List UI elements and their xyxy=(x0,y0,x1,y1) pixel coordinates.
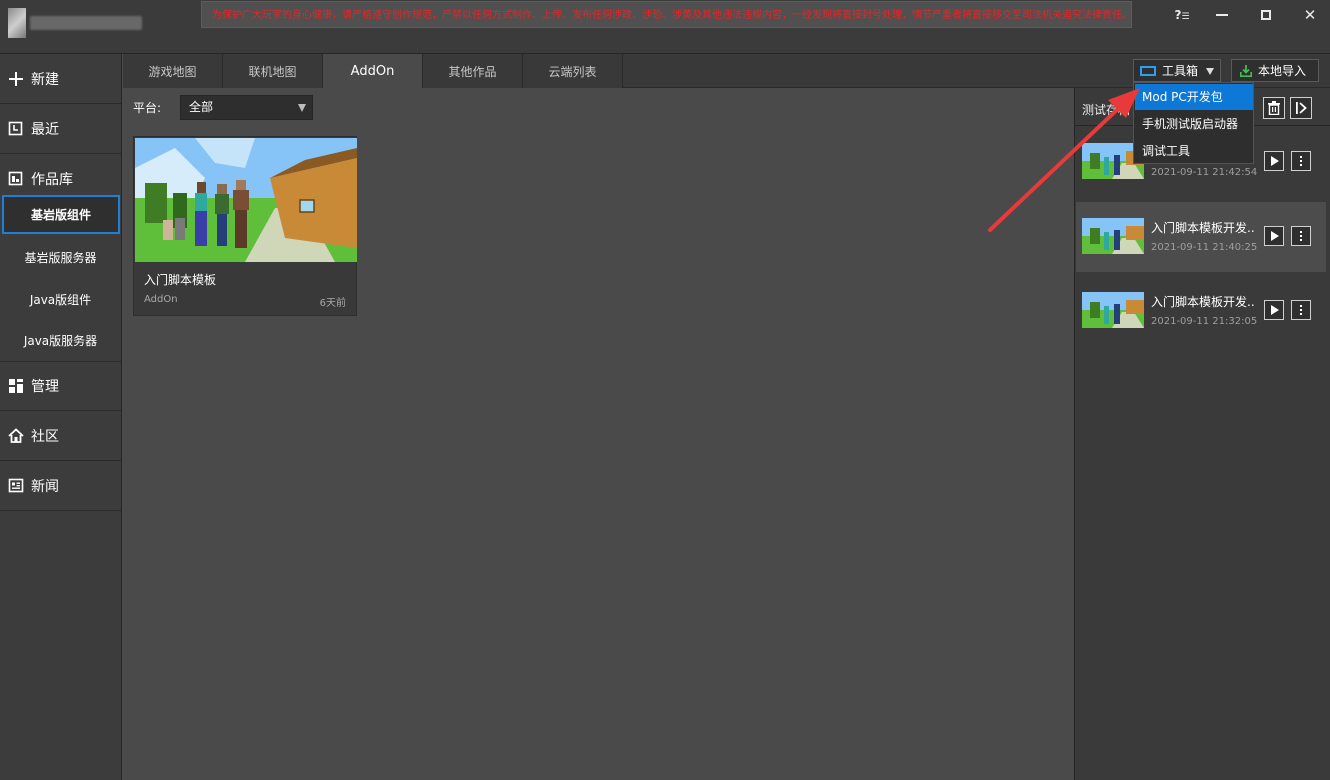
test-archive-time: 2021-09-11 21:32:05 xyxy=(1151,316,1258,327)
close-button[interactable]: ✕ xyxy=(1288,2,1330,28)
tabs: 游戏地图 联机地图 AddOn 其他作品 云端列表 xyxy=(123,54,623,88)
test-archive-item[interactable]: 入门脚本模板开发.. 2021-09-11 21:32:05 xyxy=(1076,276,1326,346)
test-archive-name: 入门脚本模板开发.. xyxy=(1151,295,1255,309)
sidebar-item-label: 新闻 xyxy=(31,478,59,495)
caret-down-icon xyxy=(298,104,306,112)
local-import-button[interactable]: 本地导入 xyxy=(1231,59,1319,82)
minimize-button[interactable] xyxy=(1200,2,1244,28)
platform-label: 平台: xyxy=(133,101,162,115)
test-archive-name: 入门脚本模板开发.. xyxy=(1151,221,1255,235)
trash-icon xyxy=(1268,101,1280,115)
test-archive-item[interactable]: 入门脚本模板开发.. 2021-09-11 21:40:25 xyxy=(1076,202,1326,272)
delete-button[interactable] xyxy=(1263,97,1285,119)
test-archive-thumbnail xyxy=(1082,292,1144,328)
menu-item-mobile-test-launcher[interactable]: 手机测试版启动器 xyxy=(1135,111,1253,137)
manage-icon xyxy=(8,378,24,394)
import-label: 本地导入 xyxy=(1258,64,1307,78)
plus-icon xyxy=(8,71,24,87)
sidebar-sub-bedrock-addon[interactable]: 基岩版组件 xyxy=(2,195,120,234)
close-icon: ✕ xyxy=(1303,6,1317,24)
sidebar-item-label: 最近 xyxy=(31,121,59,138)
sidebar-item-label: 作品库 xyxy=(31,172,73,188)
app-logo xyxy=(8,8,26,38)
toolbox-label: 工具箱 xyxy=(1162,64,1199,78)
app-title-blurred xyxy=(30,16,142,30)
toolbox-dropdown-menu: Mod PC开发包 手机测试版启动器 调试工具 xyxy=(1133,82,1254,164)
more-button[interactable] xyxy=(1291,226,1311,246)
play-icon xyxy=(1271,305,1279,315)
maximize-button[interactable] xyxy=(1244,2,1288,28)
test-archive-title: 测试存档 xyxy=(1082,103,1131,117)
clock-icon xyxy=(8,121,24,137)
sidebar-item-news[interactable]: 新闻 xyxy=(0,461,121,511)
menu-item-mod-pc-sdk[interactable]: Mod PC开发包 xyxy=(1135,84,1253,110)
sidebar-item-label: 管理 xyxy=(31,378,59,395)
card-title: 入门脚本模板 xyxy=(144,273,217,287)
platform-select[interactable]: 全部 xyxy=(180,95,313,120)
more-icon xyxy=(1300,235,1302,237)
more-icon xyxy=(1300,160,1302,162)
tab-multiplayer-map[interactable]: 联机地图 xyxy=(223,54,323,88)
more-button[interactable] xyxy=(1291,151,1311,171)
maximize-icon xyxy=(1261,10,1271,20)
sidebar-sub-bedrock-server[interactable]: 基岩版服务器 xyxy=(0,236,121,278)
collapse-right-icon xyxy=(1296,102,1307,114)
sidebar-sub-java-server[interactable]: Java版服务器 xyxy=(0,320,121,362)
help-button[interactable]: ?☰ xyxy=(1160,2,1204,28)
card-time: 6天前 xyxy=(319,298,346,309)
library-icon xyxy=(8,171,24,187)
title-bar: 为保护广大玩家的身心健康，请严格遵守创作规范，严禁以任何方式制作、上传、发布任何… xyxy=(0,0,1330,54)
play-icon xyxy=(1271,156,1279,166)
test-archive-thumbnail xyxy=(1082,218,1144,254)
collapse-panel-button[interactable] xyxy=(1290,97,1312,119)
help-icon: ?☰ xyxy=(1174,8,1190,22)
tab-addon[interactable]: AddOn xyxy=(323,54,423,88)
sidebar-sub-java-addon[interactable]: Java版组件 xyxy=(0,278,121,320)
caret-down-icon xyxy=(1206,68,1214,75)
sidebar-item-new[interactable]: 新建 xyxy=(0,54,121,104)
minimize-icon xyxy=(1216,14,1228,16)
work-card[interactable]: 入门脚本模板 AddOn 6天前 xyxy=(133,136,357,316)
tab-game-map[interactable]: 游戏地图 xyxy=(123,54,223,88)
play-button[interactable] xyxy=(1264,151,1284,171)
play-button[interactable] xyxy=(1264,226,1284,246)
card-thumbnail xyxy=(135,138,357,262)
tab-other-works[interactable]: 其他作品 xyxy=(423,54,523,88)
home-icon xyxy=(8,427,24,444)
test-archive-time: 2021-09-11 21:42:54 xyxy=(1151,167,1258,178)
sidebar: 新建 最近 作品库 基岩版组件 基岩版服务器 Java版组件 Java版服务器 … xyxy=(0,54,122,780)
toolbox-icon xyxy=(1140,65,1156,76)
import-icon xyxy=(1240,64,1252,77)
sidebar-item-recent[interactable]: 最近 xyxy=(0,104,121,154)
tab-cloud-list[interactable]: 云端列表 xyxy=(523,54,623,88)
sidebar-item-label: 社区 xyxy=(31,428,59,445)
card-type: AddOn xyxy=(144,294,178,305)
sidebar-item-label: 新建 xyxy=(31,71,59,88)
test-archive-time: 2021-09-11 21:40:25 xyxy=(1151,242,1258,253)
more-icon xyxy=(1300,309,1302,311)
notice-banner: 为保护广大玩家的身心健康，请严格遵守创作规范，严禁以任何方式制作、上传、发布任何… xyxy=(201,1,1132,28)
more-button[interactable] xyxy=(1291,300,1311,320)
platform-select-value: 全部 xyxy=(189,100,214,114)
news-icon xyxy=(8,478,24,494)
sidebar-item-community[interactable]: 社区 xyxy=(0,411,121,461)
menu-item-debug-tools[interactable]: 调试工具 xyxy=(1135,138,1253,164)
toolbox-button[interactable]: 工具箱 xyxy=(1133,59,1221,82)
play-button[interactable] xyxy=(1264,300,1284,320)
play-icon xyxy=(1271,231,1279,241)
sidebar-item-manage[interactable]: 管理 xyxy=(0,361,121,411)
